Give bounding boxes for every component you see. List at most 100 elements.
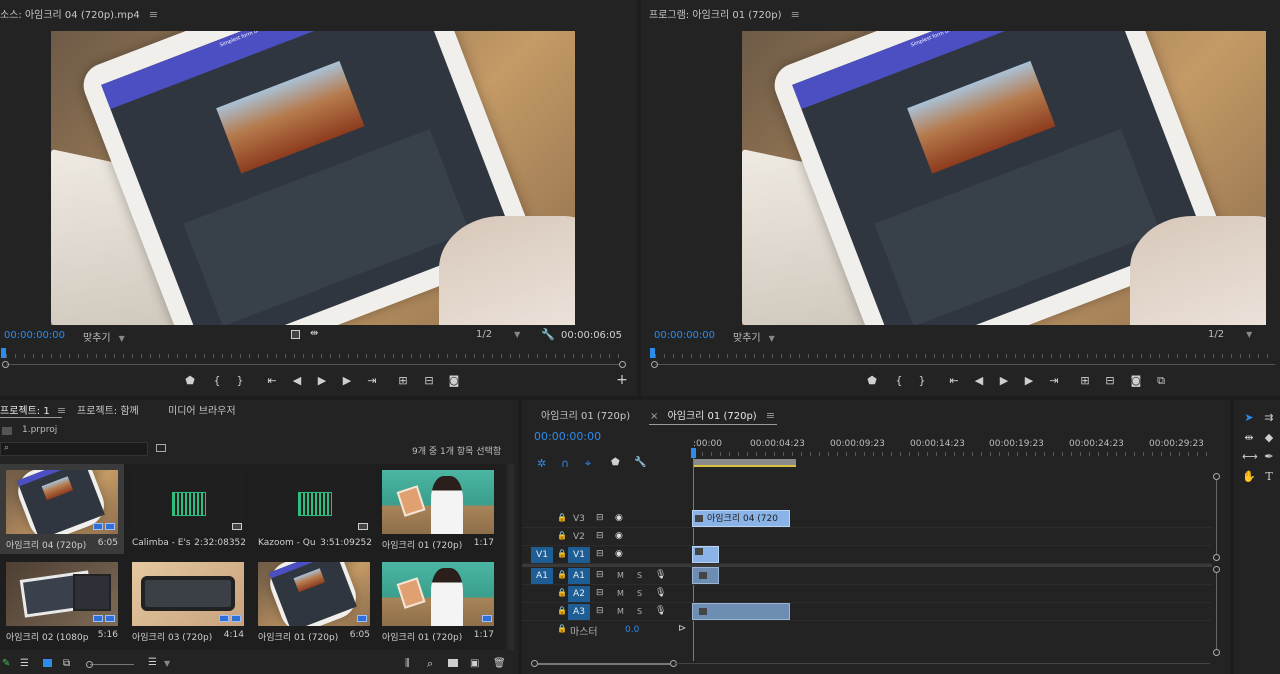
track-target-a3[interactable]: A3 xyxy=(568,604,590,620)
bin-item[interactable]: 아임크리 01 (720p) 6:05 xyxy=(252,556,376,646)
go-to-end-icon[interactable]: ⊳ xyxy=(678,623,686,634)
nest-toggle-icon[interactable]: ✲ xyxy=(537,457,546,470)
razor-tool-icon[interactable]: ◆ xyxy=(1262,431,1276,445)
icon-view-icon[interactable] xyxy=(43,659,52,667)
source-patch-v1[interactable]: V1 xyxy=(531,547,553,563)
tab-project-together[interactable]: 프로젝트: 함께 xyxy=(77,402,139,417)
play-icon[interactable]: ▶ xyxy=(997,375,1011,387)
comparison-view-icon[interactable]: ⧉ xyxy=(1154,375,1168,387)
clip-a3[interactable] xyxy=(692,603,790,620)
program-zoom-bar[interactable] xyxy=(655,364,1275,365)
microphone-icon[interactable]: 🎙 xyxy=(655,606,666,616)
go-to-out-icon[interactable]: ⇥ xyxy=(365,375,379,387)
lift-icon[interactable]: ⊞ xyxy=(1078,375,1092,387)
camera-icon[interactable]: ◙ xyxy=(447,375,461,387)
solo-button[interactable]: S xyxy=(637,571,642,580)
vertical-zoom-handle[interactable] xyxy=(1213,566,1220,573)
add-marker-icon[interactable]: ⬟ xyxy=(865,375,879,387)
program-time-ruler[interactable] xyxy=(655,354,1275,358)
hand-tool-icon[interactable]: ✋ xyxy=(1242,470,1256,484)
timeline-timecode[interactable]: 00:00:00:00 xyxy=(534,430,601,443)
step-forward-icon[interactable]: ▶ xyxy=(1022,375,1036,387)
solo-button[interactable]: S xyxy=(637,589,642,598)
pen-tool-icon[interactable]: ✒ xyxy=(1262,450,1276,464)
source-timecode-in[interactable]: 00:00:00:00 xyxy=(4,330,65,341)
go-to-out-icon[interactable]: ⇥ xyxy=(1047,375,1061,387)
close-icon[interactable]: × xyxy=(650,411,658,422)
overwrite-icon[interactable]: ⊟ xyxy=(422,375,436,387)
trash-icon[interactable]: 🗑 xyxy=(493,658,506,669)
audio-tracks-scrollbar[interactable] xyxy=(1216,573,1217,650)
extract-icon[interactable]: ⊟ xyxy=(1103,375,1117,387)
mark-in-icon[interactable]: { xyxy=(892,375,906,387)
source-time-ruler[interactable] xyxy=(6,354,620,358)
camera-icon[interactable]: ◙ xyxy=(1129,375,1143,387)
program-monitor-title[interactable]: 프로그램: 아임크리 01 (720p) ≡ xyxy=(649,6,800,21)
zoom-handle-right[interactable] xyxy=(619,361,626,368)
clip-a1[interactable] xyxy=(692,567,719,584)
mark-out-icon[interactable]: } xyxy=(233,375,247,387)
zoom-handle-left[interactable] xyxy=(651,361,658,368)
horizontal-zoom-handle-left[interactable] xyxy=(531,660,538,667)
go-to-in-icon[interactable]: ⇤ xyxy=(947,375,961,387)
program-timecode-in[interactable]: 00:00:00:00 xyxy=(654,330,715,341)
vertical-zoom-handle[interactable] xyxy=(1213,649,1220,656)
add-marker-icon[interactable]: ⬟ xyxy=(611,457,620,468)
zoom-slider[interactable] xyxy=(90,664,134,665)
linked-selection-icon[interactable]: ⌖ xyxy=(585,457,591,471)
sync-lock-icon[interactable]: ⊟ xyxy=(596,549,604,559)
microphone-icon[interactable]: 🎙 xyxy=(655,588,666,598)
eye-icon[interactable]: ◉ xyxy=(615,549,623,559)
bin-item[interactable]: 아임크리 01 (720p) 1:17 xyxy=(378,464,502,554)
step-back-icon[interactable]: ◀ xyxy=(972,375,986,387)
vertical-zoom-handle[interactable] xyxy=(1213,473,1220,480)
microphone-icon[interactable]: 🎙 xyxy=(655,570,666,580)
wrench-icon[interactable]: 🔧 xyxy=(541,328,555,341)
lock-icon[interactable]: 🔒 xyxy=(557,513,567,522)
master-volume-value[interactable]: 0.0 xyxy=(625,625,639,635)
bin-item[interactable]: 아임크리 02 (1080p 5:16 xyxy=(0,556,124,646)
bin-item[interactable]: Calimba - E's 2:32:08352 xyxy=(126,464,250,554)
video-tracks-scrollbar[interactable] xyxy=(1216,480,1217,555)
export-frame-icon[interactable] xyxy=(291,330,300,339)
type-tool-icon[interactable]: T xyxy=(1262,470,1276,484)
sync-lock-icon[interactable]: ⊟ xyxy=(596,531,604,541)
new-bin-from-search-icon[interactable] xyxy=(156,444,166,452)
clip-v3[interactable]: 아임크리 04 (720 xyxy=(692,510,790,527)
new-item-icon[interactable]: ▣ xyxy=(470,658,479,669)
list-view-icon[interactable]: ☰ xyxy=(20,658,29,669)
source-zoom-bar[interactable] xyxy=(6,364,620,365)
insert-icon[interactable]: ⊞ xyxy=(396,375,410,387)
mute-button[interactable]: M xyxy=(617,571,624,580)
clip-v1[interactable] xyxy=(692,546,719,563)
step-forward-icon[interactable]: ▶ xyxy=(340,375,354,387)
tab-media-browser[interactable]: 미디어 브라우저 xyxy=(168,402,236,417)
source-patch-a1[interactable]: A1 xyxy=(531,568,553,584)
sync-lock-icon[interactable]: ⊟ xyxy=(596,513,604,523)
program-resolution-dropdown[interactable]: 1/2 ▼ xyxy=(1208,329,1252,340)
program-fit-dropdown[interactable]: 맞추기 ▼ xyxy=(733,329,775,344)
sync-lock-icon[interactable]: ⊟ xyxy=(596,606,604,616)
chevron-down-icon[interactable]: ▼ xyxy=(164,659,170,668)
bin-item[interactable]: Kazoom - Qu 3:51:09252 xyxy=(252,464,376,554)
work-area-bar[interactable] xyxy=(693,459,796,467)
lock-icon[interactable]: 🔒 xyxy=(557,531,567,540)
lock-icon[interactable]: 🔒 xyxy=(557,606,567,615)
sync-lock-icon[interactable]: ⊟ xyxy=(596,588,604,598)
panel-menu-icon[interactable]: ≡ xyxy=(766,409,775,422)
slip-tool-icon[interactable]: ⟷ xyxy=(1242,450,1258,464)
mute-button[interactable]: M xyxy=(617,589,624,598)
solo-button[interactable]: S xyxy=(637,607,642,616)
pencil-icon[interactable]: ✎ xyxy=(2,658,10,669)
track-target-a2[interactable]: A2 xyxy=(568,586,590,602)
source-monitor-title[interactable]: 소스: 아임크리 04 (720p).mp4 ≡ xyxy=(0,6,158,21)
freeform-view-icon[interactable]: ⧉ xyxy=(63,658,70,669)
tab-project-1[interactable]: 프로젝트: 1 ≡ xyxy=(0,402,66,417)
automate-to-sequence-icon[interactable]: ⫼ xyxy=(405,658,410,669)
timeline-tab-1[interactable]: 아임크리 01 (720p) xyxy=(541,407,630,422)
drag-video-icon[interactable]: ⇹ xyxy=(310,328,318,339)
lock-icon[interactable]: 🔒 xyxy=(557,570,567,579)
bin-item[interactable]: 아임크리 04 (720p) 6:05 xyxy=(0,464,124,554)
mute-button[interactable]: M xyxy=(617,607,624,616)
lock-icon[interactable]: 🔒 xyxy=(557,588,567,597)
